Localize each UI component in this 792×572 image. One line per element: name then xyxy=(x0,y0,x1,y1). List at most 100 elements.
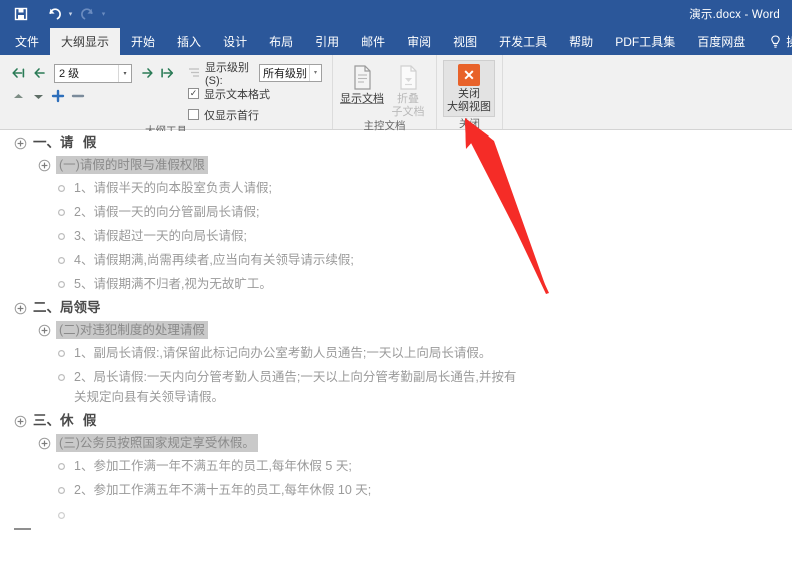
outline-item-text: 三、休 假 xyxy=(33,413,97,429)
outline-body-row[interactable]: 2、请假一天的向分管副局长请假; xyxy=(0,200,792,224)
show-text-formatting-row[interactable]: ✓ 显示文本格式 xyxy=(188,84,322,103)
plus-circle-icon[interactable] xyxy=(14,137,27,150)
chevron-down-icon[interactable]: ▾ xyxy=(118,64,131,82)
dot-icon[interactable] xyxy=(55,484,68,497)
dot-icon[interactable] xyxy=(55,371,68,384)
save-dropdown-caret xyxy=(32,3,43,25)
tab-references[interactable]: 引用 xyxy=(304,28,350,55)
outline-body-row[interactable]: 1、参加工作满一年不满五年的员工,每年休假 5 天; xyxy=(0,454,792,478)
tell-me-search[interactable]: 操作说明搜索 xyxy=(756,28,792,55)
close-outline-view-label-line1: 关闭 xyxy=(458,88,480,100)
outline-level-value: 2 级 xyxy=(59,68,80,80)
outline-item-text: 4、请假期满,尚需再续者,应当向有关领导请示续假; xyxy=(74,253,354,267)
move-up-icon[interactable] xyxy=(10,88,26,104)
dot-icon[interactable] xyxy=(55,254,68,267)
dot-icon[interactable] xyxy=(55,460,68,473)
outline-item-text: 二、局领导 xyxy=(33,300,101,316)
outline-body-row[interactable] xyxy=(0,502,792,524)
outline-heading2-row[interactable]: (二)对违犯制度的处理请假 xyxy=(0,320,792,341)
ribbon: 2 级 ▾ 显示级别(S): 所有级别 ▾ ✓ 显示文本格式 仅显示首行 显示文… xyxy=(0,55,792,137)
show-first-line-only-checkbox[interactable] xyxy=(188,109,199,120)
outline-item-text: 一、请 假 xyxy=(33,135,97,151)
outline-body-row[interactable]: 3、请假超过一天的向局长请假; xyxy=(0,224,792,248)
plus-circle-icon[interactable] xyxy=(38,159,51,172)
outline-body-row[interactable]: 2、参加工作满五年不满十五年的员工,每年休假 10 天; xyxy=(0,478,792,502)
undo-icon[interactable] xyxy=(43,3,65,25)
outline-body-row[interactable]: 1、请假半天的向本股室负责人请假; xyxy=(0,176,792,200)
show-first-line-only-row[interactable]: 仅显示首行 xyxy=(188,105,322,124)
outline-item-text: 1、请假半天的向本股室负责人请假; xyxy=(74,181,272,195)
tab-design[interactable]: 设计 xyxy=(212,28,258,55)
outline-item-text: 2、请假一天的向分管副局长请假; xyxy=(74,205,260,219)
dot-icon[interactable] xyxy=(55,278,68,291)
tab-outline-view[interactable]: 大纲显示 xyxy=(50,28,121,55)
tab-layout[interactable]: 布局 xyxy=(258,28,304,55)
collapse-subdocuments-icon xyxy=(396,63,420,93)
outline-level-controls: 2 级 ▾ xyxy=(0,58,184,124)
outline-item-text: 1、副局长请假:,请保留此标记向办公室考勤人员通告;一天以上向局长请假。 xyxy=(74,346,492,360)
undo-dropdown-caret[interactable]: ▾ xyxy=(65,3,76,25)
ribbon-filler xyxy=(502,55,792,129)
dot-icon[interactable] xyxy=(55,206,68,219)
show-document-button[interactable]: 显示文档 xyxy=(339,60,385,119)
tell-me-label: 操作说明搜索 xyxy=(786,33,792,50)
demote-to-body-text-icon[interactable] xyxy=(158,63,178,83)
outline-heading1-row[interactable]: 二、局领导 xyxy=(0,296,792,320)
demote-icon[interactable] xyxy=(137,63,157,83)
outline-display-options: 显示级别(S): 所有级别 ▾ ✓ 显示文本格式 仅显示首行 xyxy=(184,58,332,124)
chevron-down-icon[interactable]: ▾ xyxy=(309,64,321,81)
tab-review[interactable]: 审阅 xyxy=(396,28,442,55)
tab-help[interactable]: 帮助 xyxy=(558,28,604,55)
collapse-subdocuments-button: 折叠 子文档 xyxy=(385,60,431,119)
show-level-value: 所有级别 xyxy=(263,67,308,80)
tab-baidu-netdisk[interactable]: 百度网盘 xyxy=(686,28,756,55)
show-document-icon xyxy=(350,63,374,93)
collapse-icon[interactable] xyxy=(70,88,86,104)
tab-developer[interactable]: 开发工具 xyxy=(488,28,558,55)
show-level-glyph-icon xyxy=(188,67,200,78)
outline-body-row[interactable]: 2、局长请假:一天内向分管考勤人员通告;一天以上向分管考勤副局长通告,并按有关规… xyxy=(0,365,792,409)
outline-body-row[interactable]: 1、副局长请假:,请保留此标记向办公室考勤人员通告;一天以上向局长请假。 xyxy=(0,341,792,365)
tab-view[interactable]: 视图 xyxy=(442,28,488,55)
tab-pdf-toolkit[interactable]: PDF工具集 xyxy=(604,28,686,55)
outline-body-row[interactable]: 5、请假期满不归者,视为无故旷工。 xyxy=(0,272,792,296)
plus-circle-icon[interactable] xyxy=(38,324,51,337)
outline-level-select[interactable]: 2 级 ▾ xyxy=(54,63,132,83)
plus-circle-icon[interactable] xyxy=(14,302,27,315)
show-level-label: 显示级别(S): xyxy=(205,61,249,87)
qat-more-caret[interactable]: ▾ xyxy=(98,3,109,25)
dot-icon[interactable] xyxy=(55,509,68,522)
window-title: 演示.docx - Word xyxy=(689,9,780,21)
promote-to-heading1-icon[interactable] xyxy=(8,63,28,83)
outline-heading2-row[interactable]: (一)请假的时限与准假权限 xyxy=(0,155,792,176)
promote-icon[interactable] xyxy=(29,63,49,83)
plus-circle-icon[interactable] xyxy=(38,437,51,450)
plus-circle-icon[interactable] xyxy=(14,415,27,428)
title-bar: ▾ ▾ 演示.docx - Word xyxy=(0,0,792,28)
outline-heading1-row[interactable]: 三、休 假 xyxy=(0,409,792,433)
tab-mailings[interactable]: 邮件 xyxy=(350,28,396,55)
move-down-icon[interactable] xyxy=(30,88,46,104)
lightbulb-icon xyxy=(770,34,781,49)
dot-icon[interactable] xyxy=(55,230,68,243)
collapse-subdocuments-label-line2: 子文档 xyxy=(391,106,425,118)
outline-item-text: (二)对违犯制度的处理请假 xyxy=(56,321,208,339)
show-text-formatting-checkbox[interactable]: ✓ xyxy=(188,88,199,99)
close-outline-view-button[interactable]: ✕ 关闭 大纲视图 xyxy=(443,60,495,117)
outline-body-row[interactable]: 4、请假期满,尚需再续者,应当向有关领导请示续假; xyxy=(0,248,792,272)
tab-file[interactable]: 文件 xyxy=(4,28,50,55)
show-level-select[interactable]: 所有级别 ▾ xyxy=(259,63,322,82)
tab-home[interactable]: 开始 xyxy=(120,28,166,55)
show-text-formatting-label: 显示文本格式 xyxy=(204,88,270,101)
outline-document-area[interactable]: 一、请 假 (一)请假的时限与准假权限 1、请假半天的向本股室负责人请假; 2、… xyxy=(0,131,792,572)
dot-icon[interactable] xyxy=(55,182,68,195)
save-icon[interactable] xyxy=(10,3,32,25)
outline-heading1-row[interactable]: 一、请 假 xyxy=(0,131,792,155)
tab-insert[interactable]: 插入 xyxy=(166,28,212,55)
outline-item-text: (一)请假的时限与准假权限 xyxy=(56,156,208,174)
dot-icon[interactable] xyxy=(55,347,68,360)
outline-heading2-row[interactable]: (三)公务员按照国家规定享受休假。 xyxy=(0,433,792,454)
ribbon-tabs: 文件 大纲显示 开始 插入 设计 布局 引用 邮件 审阅 视图 开发工具 帮助 … xyxy=(0,28,792,55)
expand-icon[interactable] xyxy=(50,88,66,104)
quick-access-toolbar: ▾ ▾ xyxy=(10,3,109,25)
